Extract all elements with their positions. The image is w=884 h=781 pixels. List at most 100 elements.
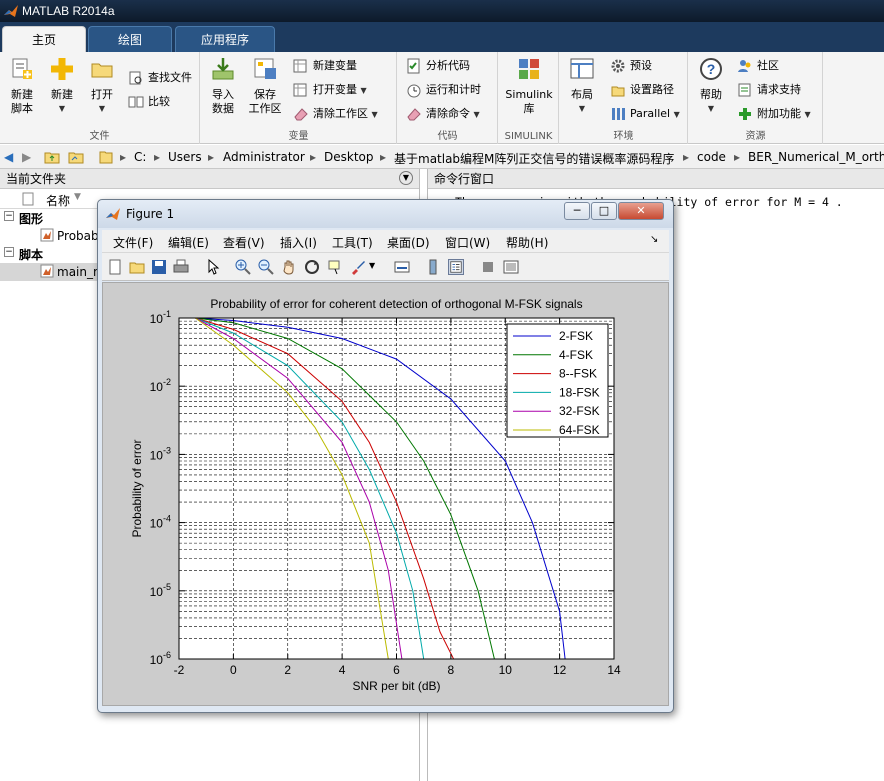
dock-arrow-icon[interactable]: ↘ bbox=[650, 234, 658, 245]
pan-hand-icon[interactable] bbox=[281, 259, 297, 275]
panel-actions-icon[interactable]: ▼ bbox=[399, 171, 413, 185]
menu-edit[interactable]: 编辑(E) bbox=[168, 234, 209, 251]
rotate-3d-icon[interactable] bbox=[304, 259, 320, 275]
crumb-current[interactable]: BER_Numerical_M_ortho bbox=[748, 150, 884, 164]
print-icon[interactable] bbox=[173, 259, 189, 275]
tab-plots[interactable]: 绘图 bbox=[88, 26, 172, 52]
folder-icon bbox=[91, 63, 113, 78]
tab-home[interactable]: 主页 bbox=[2, 26, 86, 52]
open-button[interactable]: 打开 ▼ bbox=[86, 56, 118, 116]
open-variable-button[interactable]: 打开变量 ▼ bbox=[293, 80, 367, 100]
collapse-icon[interactable]: − bbox=[4, 247, 14, 257]
chevron-down-icon[interactable]: ▼ bbox=[474, 110, 480, 119]
menu-window[interactable]: 窗口(W) bbox=[445, 234, 490, 251]
file-type-icon bbox=[22, 192, 34, 206]
find-files-button[interactable]: 查找文件 bbox=[128, 68, 192, 88]
menu-tools[interactable]: 工具(T) bbox=[332, 234, 373, 251]
parallel-button[interactable]: Parallel ▼ bbox=[610, 104, 680, 124]
clear-workspace-button[interactable]: 清除工作区 ▼ bbox=[293, 104, 378, 124]
chevron-down-icon: ▼ bbox=[58, 104, 66, 113]
chevron-down-icon[interactable]: ▼ bbox=[369, 261, 375, 270]
save-icon[interactable] bbox=[151, 259, 167, 275]
simulink-library-button[interactable]: Simulink 库 bbox=[503, 56, 555, 116]
pointer-icon[interactable] bbox=[205, 259, 221, 275]
new-script-icon bbox=[12, 58, 32, 79]
crumb-project[interactable]: 基于matlab编程M阵列正交信号的错误概率源码程序 bbox=[394, 150, 674, 167]
run-and-time-button[interactable]: 运行和计时 bbox=[406, 80, 481, 100]
file-group-label: 文件 bbox=[89, 131, 110, 142]
chart-title: Probability of error for coherent detect… bbox=[210, 297, 582, 311]
minimize-button[interactable]: ─ bbox=[564, 202, 590, 220]
browse-folder-icon[interactable] bbox=[68, 150, 84, 167]
layout-button[interactable]: 布局 ▼ bbox=[566, 56, 598, 116]
simulink-library-label: Simulink 库 bbox=[505, 88, 553, 115]
help-icon: ? bbox=[700, 58, 722, 80]
compare-button[interactable]: 比较 bbox=[128, 92, 170, 112]
data-cursor-icon[interactable] bbox=[327, 259, 343, 275]
tab-apps[interactable]: 应用程序 bbox=[175, 26, 275, 52]
chevron-down-icon: ▼ bbox=[578, 104, 586, 113]
open-file-icon[interactable] bbox=[129, 259, 145, 275]
chevron-down-icon[interactable]: ▼ bbox=[372, 110, 378, 119]
up-folder-icon[interactable] bbox=[44, 150, 60, 167]
request-support-label: 请求支持 bbox=[757, 83, 801, 96]
new-figure-icon[interactable] bbox=[107, 259, 123, 275]
hide-plot-tools-icon[interactable] bbox=[480, 259, 496, 275]
zoom-out-icon[interactable] bbox=[258, 259, 274, 275]
figure-window: Figure 1 ─ □ ✕ 文件(F) 编辑(E) 查看(V) 插入(I) 工… bbox=[97, 199, 674, 713]
chevron-down-icon[interactable]: ▼ bbox=[674, 110, 680, 119]
chevron-down-icon[interactable]: ▼ bbox=[361, 86, 367, 95]
chevron-down-icon: ▼ bbox=[707, 104, 715, 113]
figure-menu-bar: 文件(F) 编辑(E) 查看(V) 插入(I) 工具(T) 桌面(D) 窗口(W… bbox=[102, 230, 669, 252]
figure-title-bar[interactable]: Figure 1 ─ □ ✕ bbox=[98, 200, 673, 228]
maximize-button[interactable]: □ bbox=[591, 202, 617, 220]
clear-commands-label: 清除命令 bbox=[426, 107, 470, 120]
menu-insert[interactable]: 插入(I) bbox=[280, 234, 317, 251]
crumb-users[interactable]: Users bbox=[168, 150, 202, 164]
new-variable-button[interactable]: 新建变量 bbox=[293, 56, 357, 76]
analyze-code-button[interactable]: 分析代码 bbox=[406, 56, 470, 76]
zoom-in-icon[interactable] bbox=[235, 259, 251, 275]
collapse-icon[interactable]: − bbox=[4, 211, 14, 221]
forward-arrow-icon[interactable]: ▶ bbox=[22, 150, 31, 164]
menu-desktop[interactable]: 桌面(D) bbox=[387, 234, 430, 251]
save-workspace-button[interactable]: 保存 工作区 bbox=[245, 56, 285, 116]
sort-arrow-icon[interactable]: ▼ bbox=[74, 192, 81, 202]
community-button[interactable]: 社区 bbox=[737, 56, 779, 76]
close-button[interactable]: ✕ bbox=[618, 202, 664, 220]
layout-icon bbox=[570, 58, 594, 79]
preferences-button[interactable]: 预设 bbox=[610, 56, 652, 76]
help-button[interactable]: ? 帮助 ▼ bbox=[695, 56, 727, 116]
crumb-administrator[interactable]: Administrator bbox=[223, 150, 305, 164]
crumb-separator: ▸ bbox=[380, 150, 387, 164]
new-script-button[interactable]: 新建 脚本 bbox=[6, 56, 38, 116]
file-item-figure-label: Probab bbox=[57, 229, 99, 243]
chevron-down-icon[interactable]: ▼ bbox=[805, 110, 811, 119]
crumb-desktop[interactable]: Desktop bbox=[324, 150, 374, 164]
colorbar-icon[interactable] bbox=[425, 259, 441, 275]
crumb-drive[interactable]: C: bbox=[134, 150, 146, 164]
menu-file[interactable]: 文件(F) bbox=[113, 234, 153, 251]
clear-commands-button[interactable]: 清除命令 ▼ bbox=[406, 104, 480, 124]
code-group: 分析代码 运行和计时 清除命令 ▼ 代码 bbox=[398, 52, 498, 144]
x-axis-label: SNR per bit (dB) bbox=[352, 679, 440, 693]
address-bar[interactable]: ◀ ▶ ▸ C: ▸ Users ▸ Administrator ▸ Deskt… bbox=[0, 145, 884, 169]
request-support-button[interactable]: 请求支持 bbox=[737, 80, 801, 100]
show-plot-tools-icon[interactable] bbox=[503, 259, 519, 275]
menu-help[interactable]: 帮助(H) bbox=[506, 234, 548, 251]
back-arrow-icon[interactable]: ◀ bbox=[4, 150, 13, 164]
link-plot-icon[interactable] bbox=[394, 259, 410, 275]
ribbon: 新建 脚本 新建 ▼ 打开 ▼ 查找文件 比较 文件 导入 数据 保存 工作区 … bbox=[0, 52, 884, 144]
new-button[interactable]: 新建 ▼ bbox=[46, 56, 78, 116]
eraser-icon bbox=[294, 108, 308, 121]
add-ons-button[interactable]: 附加功能 ▼ bbox=[737, 104, 811, 124]
help-label: 帮助 bbox=[700, 88, 722, 101]
set-path-button[interactable]: 设置路径 bbox=[610, 80, 674, 100]
column-name-header[interactable]: 名称 bbox=[46, 192, 70, 209]
import-data-button[interactable]: 导入 数据 bbox=[205, 56, 241, 116]
menu-view[interactable]: 查看(V) bbox=[223, 234, 265, 251]
crumb-code[interactable]: code bbox=[697, 150, 726, 164]
x-tick-label: -2 bbox=[174, 663, 185, 677]
legend-icon[interactable] bbox=[448, 259, 464, 275]
brush-icon[interactable] bbox=[350, 259, 366, 275]
